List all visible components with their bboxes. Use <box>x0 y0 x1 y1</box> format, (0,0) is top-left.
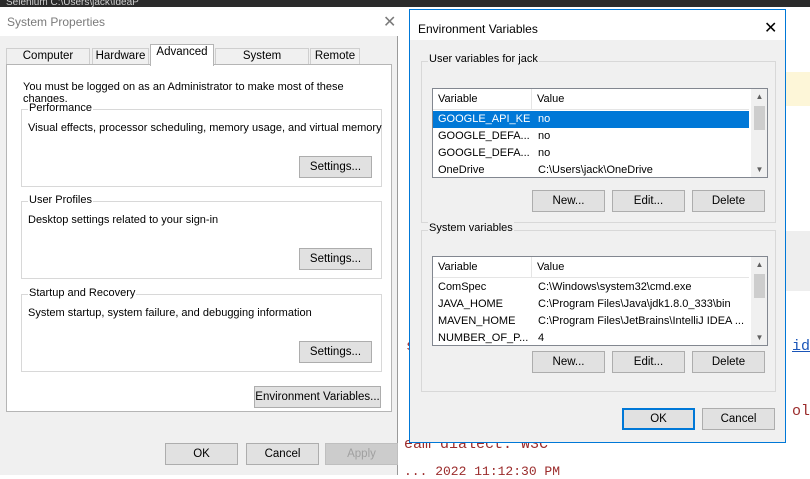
scroll-up-icon[interactable]: ▲ <box>751 89 767 104</box>
user-delete-button[interactable]: Delete <box>692 190 765 212</box>
window-title: Environment Variables <box>418 22 538 36</box>
background-highlight <box>785 72 810 106</box>
ok-button[interactable]: OK <box>165 443 238 465</box>
list-row[interactable]: GOOGLE_DEFA... no <box>433 128 749 145</box>
system-variables-group: System variables Variable Value ComSpec … <box>421 222 776 392</box>
system-variables-list[interactable]: Variable Value ComSpec C:\Windows\system… <box>432 256 768 346</box>
variable-name: OneDrive <box>438 164 485 176</box>
tab-hardware[interactable]: Hardware <box>92 48 149 65</box>
cancel-button[interactable]: Cancel <box>246 443 319 465</box>
variable-value: no <box>538 113 551 125</box>
variable-name: JAVA_HOME <box>438 298 503 310</box>
vertical-scrollbar[interactable]: ▲ ▼ <box>751 257 767 345</box>
performance-group: Performance Visual effects, processor sc… <box>21 102 382 187</box>
tab-computer-name[interactable]: Computer Name <box>6 48 90 77</box>
user-profiles-group: User Profiles Desktop settings related t… <box>21 194 382 279</box>
title-bar[interactable]: System Properties ✕ <box>0 7 398 36</box>
variable-value: C:\Program Files\Java\jdk1.8.0_333\bin <box>538 298 731 310</box>
variable-name: GOOGLE_DEFA... <box>438 147 530 159</box>
column-header-value[interactable]: Value <box>532 89 749 110</box>
list-row[interactable]: MAVEN_HOME C:\Program Files\JetBrains\In… <box>433 313 749 330</box>
scroll-down-icon[interactable]: ▼ <box>751 162 767 177</box>
background-code-line: ol <box>792 403 810 420</box>
scroll-thumb[interactable] <box>754 274 765 298</box>
variable-name: MAVEN_HOME <box>438 315 516 327</box>
background-code-link[interactable]: id <box>792 338 810 355</box>
variable-name: ComSpec <box>438 281 487 293</box>
group-label: System variables <box>428 222 514 234</box>
list-row[interactable]: OneDrive C:\Users\jack\OneDrive <box>433 162 749 177</box>
advanced-tab-panel: You must be logged on as an Administrato… <box>6 64 392 412</box>
background-panel <box>785 231 810 291</box>
tab-advanced[interactable]: Advanced <box>150 44 214 66</box>
column-header-variable[interactable]: Variable <box>433 257 532 278</box>
variable-name: NUMBER_OF_P... <box>438 332 529 344</box>
variable-value: C:\Users\jack\OneDrive <box>538 164 653 176</box>
user-variables-list[interactable]: Variable Value GOOGLE_API_KEY no GOOGLE_… <box>432 88 768 178</box>
variable-value: C:\Program Files\JetBrains\IntelliJ IDEA… <box>538 315 745 327</box>
scroll-down-icon[interactable]: ▼ <box>751 330 767 345</box>
ok-button[interactable]: OK <box>622 408 695 430</box>
scroll-thumb[interactable] <box>754 106 765 130</box>
user-new-button[interactable]: New... <box>532 190 605 212</box>
group-description: Visual effects, processor scheduling, me… <box>28 122 382 134</box>
tab-strip: Computer Name Hardware Advanced System P… <box>6 44 392 77</box>
group-label: Startup and Recovery <box>28 287 137 299</box>
group-label: User Profiles <box>28 194 93 206</box>
variable-value: C:\Windows\system32\cmd.exe <box>538 281 692 293</box>
vertical-scrollbar[interactable]: ▲ ▼ <box>751 89 767 177</box>
performance-settings-button[interactable]: Settings... <box>299 156 372 178</box>
list-header: Variable Value <box>433 89 749 110</box>
variable-name: GOOGLE_DEFA... <box>438 130 530 142</box>
list-row[interactable]: ComSpec C:\Windows\system32\cmd.exe <box>433 279 749 296</box>
background-code-line: ... 2022 11:12:30 PM <box>404 464 561 479</box>
system-new-button[interactable]: New... <box>532 351 605 373</box>
close-icon[interactable]: ✕ <box>764 18 777 38</box>
variable-name: GOOGLE_API_KEY <box>438 113 530 125</box>
tab-system-protection[interactable]: System Protection <box>215 48 309 77</box>
title-bar[interactable]: Environment Variables ✕ <box>410 10 785 40</box>
list-row[interactable]: GOOGLE_API_KEY no <box>433 111 749 128</box>
startup-recovery-settings-button[interactable]: Settings... <box>299 341 372 363</box>
group-label: User variables for jack <box>428 53 539 65</box>
startup-recovery-group: Startup and Recovery System startup, sys… <box>21 287 382 372</box>
column-header-variable[interactable]: Variable <box>433 89 532 110</box>
list-row[interactable]: JAVA_HOME C:\Program Files\Java\jdk1.8.0… <box>433 296 749 313</box>
user-edit-button[interactable]: Edit... <box>612 190 685 212</box>
list-header: Variable Value <box>433 257 749 278</box>
list-row[interactable]: GOOGLE_DEFA... no <box>433 145 749 162</box>
variable-value: 4 <box>538 332 545 344</box>
scroll-up-icon[interactable]: ▲ <box>751 257 767 272</box>
variable-value: no <box>538 130 551 142</box>
group-description: Desktop settings related to your sign-in <box>28 214 219 226</box>
system-edit-button[interactable]: Edit... <box>612 351 685 373</box>
apply-button[interactable]: Apply <box>325 443 398 465</box>
background-title-strip: Selenium C:\Users\jack\IdeaP <box>0 0 810 8</box>
tab-remote[interactable]: Remote <box>310 48 360 65</box>
window-title: System Properties <box>7 15 106 29</box>
system-properties-dialog: System Properties ✕ Computer Name Hardwa… <box>0 7 398 475</box>
close-icon[interactable]: ✕ <box>383 12 396 32</box>
group-label: Performance <box>28 102 93 114</box>
system-delete-button[interactable]: Delete <box>692 351 765 373</box>
variable-value: no <box>538 147 551 159</box>
list-row[interactable]: NUMBER_OF_P... 4 <box>433 330 749 345</box>
user-variables-group: User variables for jack Variable Value G… <box>421 53 776 223</box>
column-header-value[interactable]: Value <box>532 257 749 278</box>
cancel-button[interactable]: Cancel <box>702 408 775 430</box>
group-description: System startup, system failure, and debu… <box>28 307 312 319</box>
environment-variables-dialog: Environment Variables ✕ User variables f… <box>409 9 786 443</box>
environment-variables-button[interactable]: Environment Variables... <box>254 386 381 408</box>
user-profiles-settings-button[interactable]: Settings... <box>299 248 372 270</box>
